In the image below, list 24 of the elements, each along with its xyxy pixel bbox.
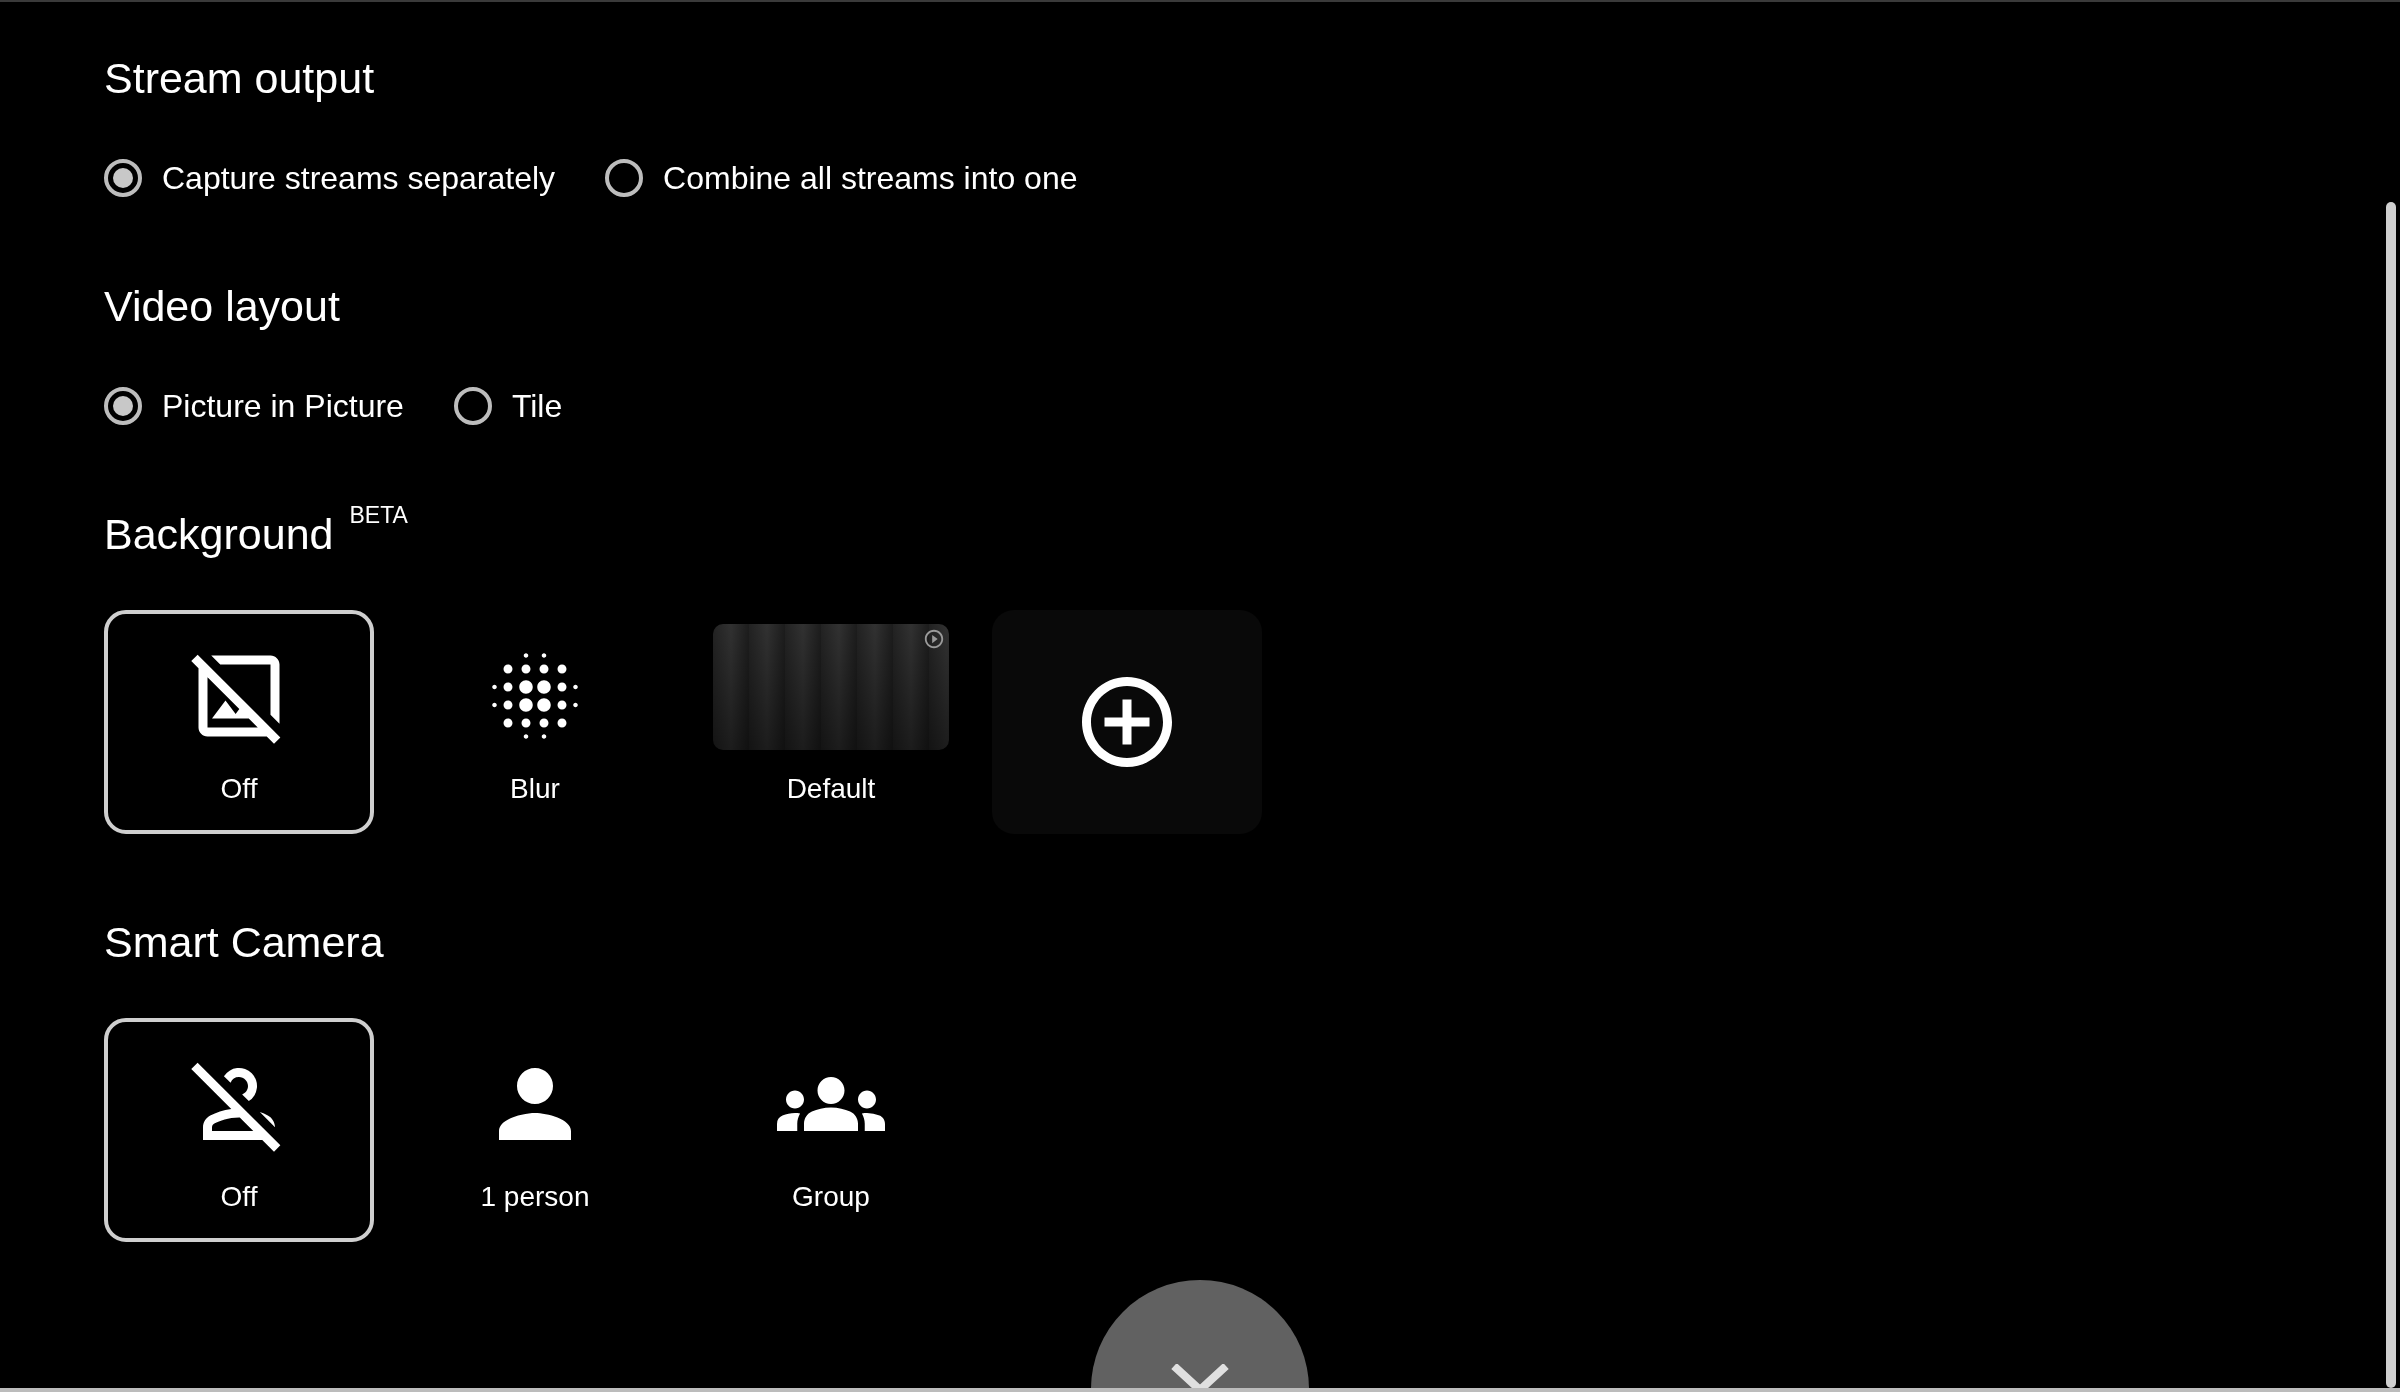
- play-icon: [923, 628, 945, 650]
- radio-button[interactable]: [104, 159, 142, 197]
- section-heading: Stream output: [104, 53, 375, 104]
- radio-option[interactable]: Picture in Picture: [104, 382, 404, 430]
- radio-option[interactable]: Capture streams separately: [104, 154, 556, 202]
- radio-button[interactable]: [453, 387, 492, 425]
- radio-label: Capture streams separately: [162, 159, 556, 198]
- scrollbar[interactable]: [2386, 202, 2396, 1388]
- radio-label: Combine all streams into one: [663, 159, 1078, 198]
- beta-label: BETA: [349, 502, 408, 528]
- option-tile[interactable]: Off: [104, 1018, 374, 1242]
- section-heading: Background: [104, 509, 334, 560]
- radio-label: Picture in Picture: [162, 387, 404, 426]
- background-tile[interactable]: Default: [696, 610, 966, 834]
- radio-option[interactable]: Combine all streams into one: [605, 154, 1078, 202]
- radio-button[interactable]: [104, 387, 142, 425]
- option-tile[interactable]: Off: [104, 610, 374, 834]
- section-heading: Video layout: [104, 281, 340, 332]
- add-background-button[interactable]: [992, 610, 1262, 834]
- radio-option[interactable]: Tile: [453, 382, 563, 430]
- radio-label: Tile: [511, 387, 563, 426]
- radio-button[interactable]: [605, 159, 644, 197]
- section-heading: Smart Camera: [104, 917, 384, 968]
- close-icon: [1170, 1364, 1230, 1388]
